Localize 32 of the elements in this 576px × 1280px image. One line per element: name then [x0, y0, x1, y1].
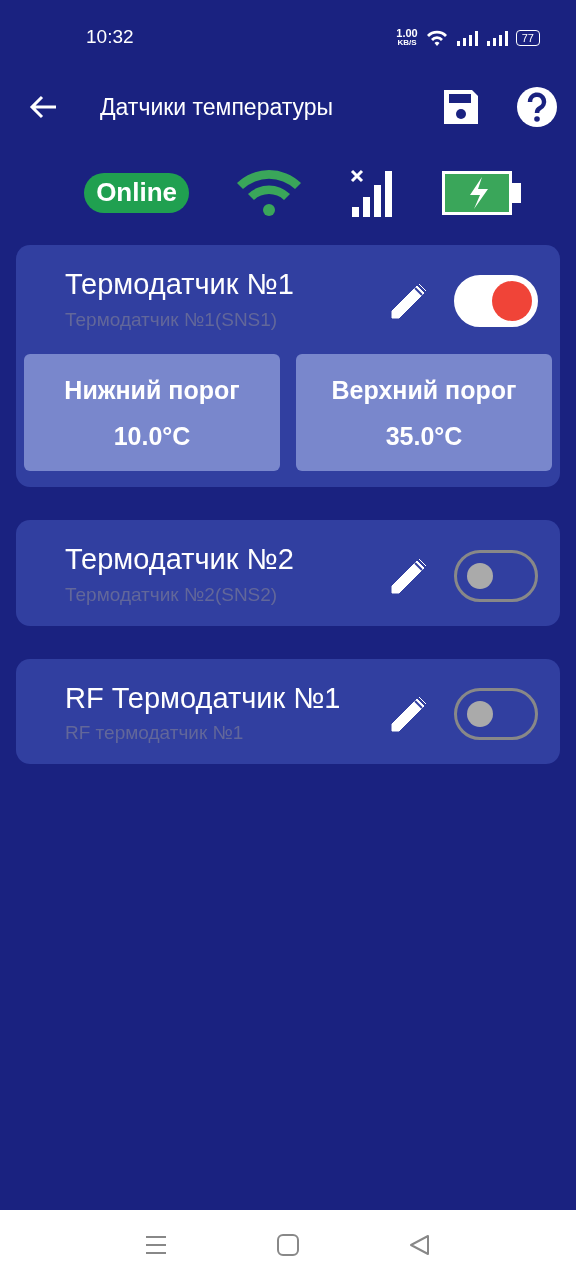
threshold-value: 10.0°C	[112, 420, 192, 452]
menu-icon[interactable]	[145, 1235, 167, 1255]
help-button[interactable]	[516, 86, 558, 128]
wifi-icon	[425, 29, 448, 46]
save-button[interactable]	[442, 88, 480, 126]
battery-charging-icon	[441, 171, 522, 215]
wifi-icon	[237, 170, 302, 216]
signal-icon	[455, 29, 478, 46]
home-icon[interactable]	[277, 1234, 299, 1256]
network-speed: 1.00	[396, 28, 418, 39]
threshold-panel[interactable]: Нижний порог 10.0°C	[24, 354, 280, 472]
network-speed-unit: KB/S	[397, 39, 417, 47]
back-button[interactable]	[28, 94, 58, 120]
back-icon[interactable]	[409, 1234, 431, 1256]
sensor-name: Термодатчик №1	[65, 267, 295, 302]
clock: 10:32	[86, 25, 134, 50]
threshold-panel[interactable]: Верхний порог 35.0°C	[296, 354, 552, 472]
battery-level: 77	[515, 29, 540, 46]
threshold-label: Нижний порог	[63, 375, 241, 407]
edit-button[interactable]	[390, 556, 428, 595]
threshold-value: 35.0°C	[384, 420, 464, 452]
signal-icon	[485, 29, 508, 46]
toggle-switch[interactable]	[454, 688, 538, 741]
toggle-switch[interactable]	[454, 549, 538, 602]
edit-button[interactable]	[390, 281, 428, 320]
no-signal-icon	[349, 169, 394, 217]
connection-status-badge: Online	[84, 173, 190, 213]
sensor-name: RF Термодатчик №1	[65, 680, 342, 716]
threshold-label: Верхний порог	[330, 375, 518, 407]
edit-button[interactable]	[390, 695, 428, 734]
sensor-name: Термодатчик №2	[65, 542, 295, 578]
screen-title: Датчики температуры	[100, 92, 335, 122]
